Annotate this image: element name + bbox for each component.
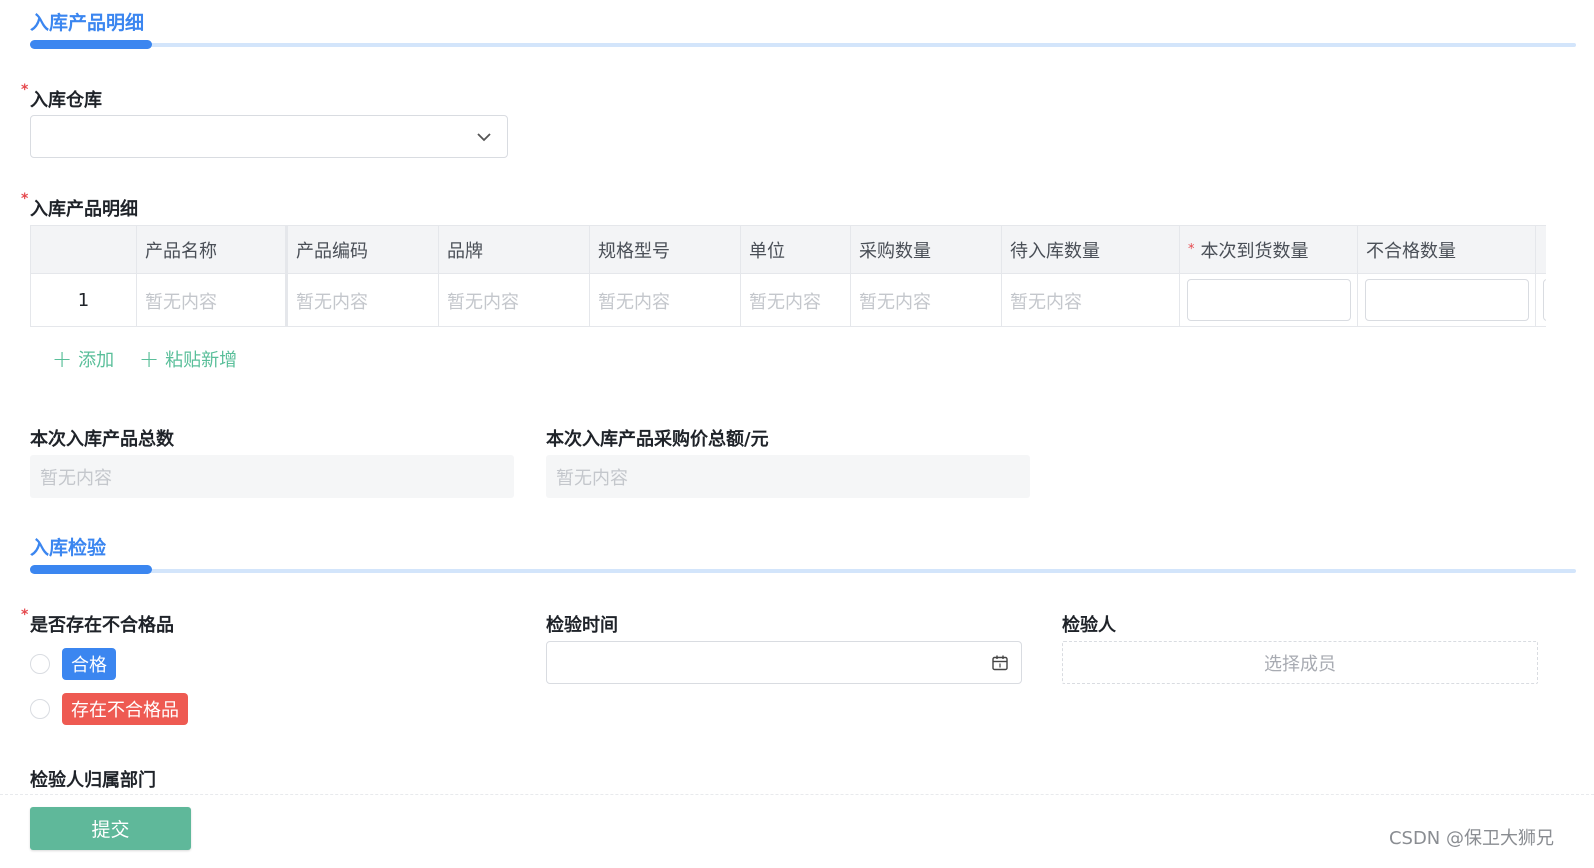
footer-divider [0,794,1594,795]
defect-qty-input[interactable] [1365,279,1529,321]
total-amount-field: 暂无内容 [546,455,1030,498]
col-arrival-qty: * 本次到货数量 [1180,226,1358,273]
row-index: 1 [31,274,137,326]
section-title-inspection: 入库检验 [30,537,107,559]
required-mark: * [21,82,29,98]
select-member-button[interactable]: 选择成员 [1062,641,1538,684]
add-row-label: 添加 [78,350,115,371]
radio-circle[interactable] [30,699,50,719]
col-overflow [1536,226,1546,273]
warehouse-label-text: 入库仓库 [30,90,102,111]
pass-tag: 合格 [62,648,116,680]
required-mark: * [1188,242,1195,257]
inspection-time-label: 检验时间 [546,615,618,636]
table-row: 1 暂无内容 暂无内容 暂无内容 暂无内容 暂无内容 暂无内容 暂无内容 [31,274,1546,326]
warehouse-select[interactable] [30,115,508,158]
inspector-department-label: 检验人归属部门 [30,770,156,791]
plus-icon: + [52,345,73,373]
col-product-name: 产品名称 [137,226,288,273]
product-table-label: * 入库产品明细 [21,191,138,221]
radio-option-pass[interactable]: 合格 [30,648,116,680]
section-title-product-detail: 入库产品明细 [30,12,145,34]
required-mark: * [21,607,29,623]
table-header: 产品名称 产品编码 品牌 规格型号 单位 采购数量 待入库数量 * 本次到货数量… [31,226,1546,274]
section-divider [30,569,1576,573]
col-pending-qty: 待入库数量 [1002,226,1180,273]
inspector-label: 检验人 [1062,615,1116,636]
col-index-header [31,226,137,273]
total-amount-label: 本次入库产品采购价总额/元 [546,429,769,450]
paste-add-button[interactable]: + 粘贴新增 [139,346,237,372]
col-arrival-qty-label: 本次到货数量 [1200,240,1309,262]
overflow-input[interactable] [1543,279,1546,321]
chevron-down-icon [477,133,491,142]
col-purchase-qty: 采购数量 [851,226,1002,273]
product-table-label-text: 入库产品明细 [30,199,138,220]
defect-question-label-text: 是否存在不合格品 [30,615,174,636]
paste-add-label: 粘贴新增 [165,350,238,371]
product-table: 产品名称 产品编码 品牌 规格型号 单位 采购数量 待入库数量 * 本次到货数量… [30,225,1546,327]
calendar-icon [992,655,1008,671]
cell-unit: 暂无内容 [741,274,851,326]
arrival-qty-input[interactable] [1187,279,1351,321]
section-divider-accent [30,565,152,574]
warehouse-label: * 入库仓库 [21,82,102,112]
cell-pending-qty: 暂无内容 [1002,274,1180,326]
submit-button[interactable]: 提交 [30,807,191,850]
cell-purchase-qty: 暂无内容 [851,274,1002,326]
inspection-time-picker[interactable] [546,641,1022,684]
required-mark: * [21,191,29,207]
cell-spec: 暂无内容 [590,274,741,326]
plus-icon: + [139,345,160,373]
defect-question-label: * 是否存在不合格品 [21,607,174,637]
section-divider [30,43,1576,47]
cell-product-code: 暂无内容 [288,274,439,326]
watermark: CSDN @保卫大狮兄 [1388,828,1554,849]
col-defect-qty: 不合格数量 [1358,226,1536,273]
col-unit: 单位 [741,226,851,273]
add-row-button[interactable]: + 添加 [52,346,114,372]
col-product-code: 产品编码 [288,226,439,273]
radio-circle[interactable] [30,654,50,674]
col-brand: 品牌 [439,226,590,273]
radio-option-fail[interactable]: 存在不合格品 [30,693,188,725]
col-spec: 规格型号 [590,226,741,273]
total-count-label: 本次入库产品总数 [30,429,174,450]
cell-brand: 暂无内容 [439,274,590,326]
cell-product-name: 暂无内容 [137,274,288,326]
fail-tag: 存在不合格品 [62,693,188,725]
section-divider-accent [30,40,152,49]
total-count-field: 暂无内容 [30,455,514,498]
